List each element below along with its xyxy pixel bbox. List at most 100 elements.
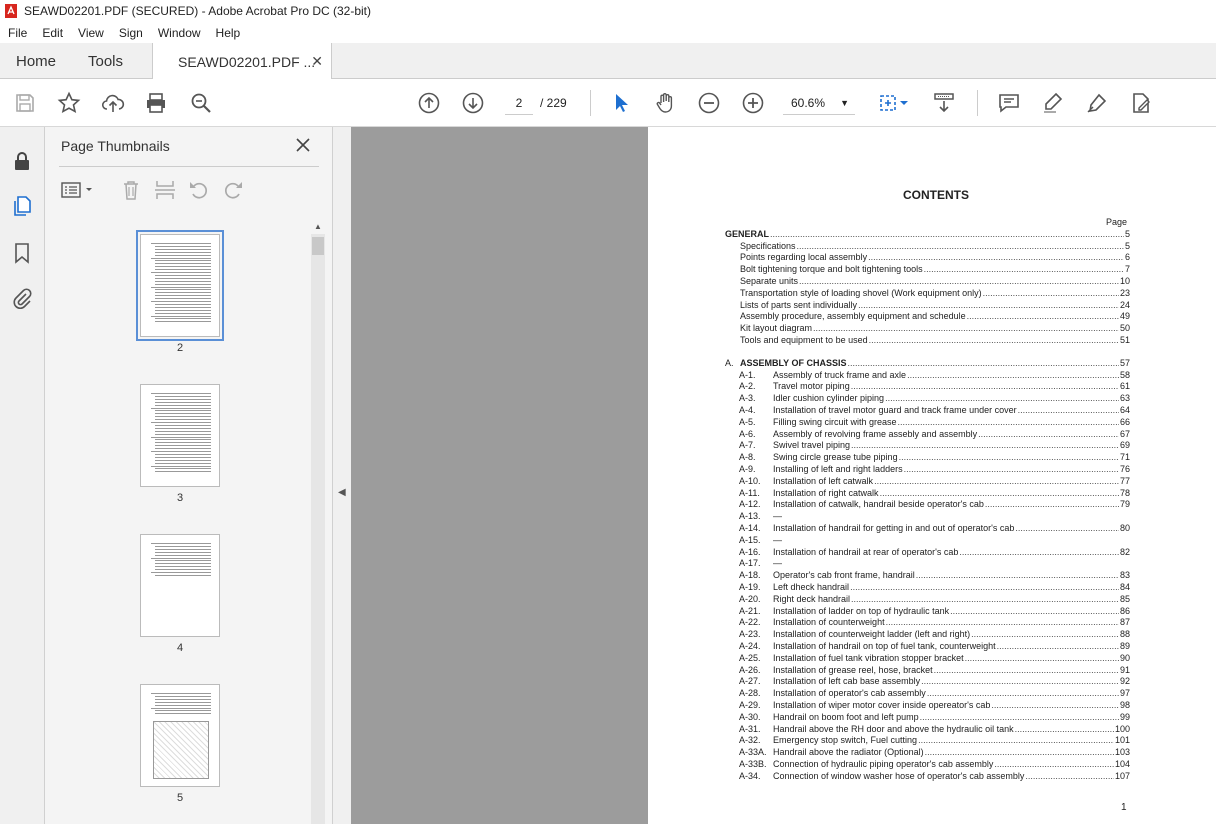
toc-entry[interactable]: Bolt tightening torque and bolt tighteni…: [740, 263, 1130, 275]
fit-page-dropdown-icon[interactable]: [898, 91, 910, 115]
toc-entry[interactable]: A-12. Installation of catwalk, handrail b…: [739, 499, 1130, 511]
toc-entry[interactable]: A-24. Installation of handrail on top of …: [739, 640, 1130, 652]
toc-entry[interactable]: A-31. Handrail above the RH door and abov…: [739, 723, 1130, 735]
toc-entry[interactable]: Lists of parts sent individually........…: [740, 299, 1130, 311]
toc-entry[interactable]: A-19. Left dheck handrail................…: [739, 581, 1130, 593]
comment-icon[interactable]: [997, 91, 1021, 115]
toc-entry[interactable]: Kit layout diagram......................…: [740, 322, 1130, 334]
toc-leader-dots: ........................................…: [813, 323, 1119, 334]
page-thumbnail[interactable]: [140, 534, 220, 637]
toc-entry[interactable]: A-17. —: [739, 558, 1130, 570]
scroll-thumb[interactable]: [312, 237, 324, 255]
hand-pan-icon[interactable]: [653, 91, 677, 115]
close-panel-icon[interactable]: [295, 137, 311, 153]
toc-entry[interactable]: A-15. —: [739, 534, 1130, 546]
zoom-search-icon[interactable]: [189, 91, 213, 115]
toc-section-general[interactable]: GENERAL.................................…: [725, 228, 1130, 240]
zoom-out-icon[interactable]: [697, 91, 721, 115]
toc-entry[interactable]: A-25. Installation of fuel tank vibration…: [739, 652, 1130, 664]
sign-pen-icon[interactable]: [1085, 91, 1109, 115]
next-page-icon[interactable]: [461, 91, 485, 115]
toc-entry[interactable]: A-32. Emergency stop switch, Fuel cutting…: [739, 735, 1130, 747]
fit-page-icon[interactable]: [876, 91, 900, 115]
attachments-paperclip-icon[interactable]: [10, 287, 34, 311]
toc-entry[interactable]: A-4. Installation of travel motor guard a…: [739, 404, 1130, 416]
toc-entry[interactable]: A-34. Connection of window washer hose of…: [739, 770, 1130, 782]
toc-entry[interactable]: A-10. Installation of left catwalk.......…: [739, 475, 1130, 487]
toc-entry[interactable]: Specifications..........................…: [740, 240, 1130, 252]
rotate-clockwise-icon[interactable]: [221, 178, 245, 202]
menu-edit[interactable]: Edit: [34, 26, 70, 40]
toc-entry[interactable]: A-28. Installation of operator's cab asse…: [739, 687, 1130, 699]
toc-entry[interactable]: A-3. Idler cushion cylinder piping.......…: [739, 392, 1130, 404]
toc-entry[interactable]: A-21. Installation of ladder on top of hy…: [739, 605, 1130, 617]
print-icon[interactable]: [144, 91, 168, 115]
toc-entry[interactable]: A-22. Installation of counterweight......…: [739, 617, 1130, 629]
toc-leader-dots: ........................................…: [868, 252, 1124, 263]
close-tab-icon[interactable]: ✕: [311, 53, 323, 70]
toc-entry[interactable]: A-14. Installation of handrail for gettin…: [739, 522, 1130, 534]
toc-entry[interactable]: A-27. Installation of left cab base assem…: [739, 676, 1130, 688]
toc-entry[interactable]: A-16. Installation of handrail at rear of…: [739, 546, 1130, 558]
toc-entry[interactable]: A-18. Operator's cab front frame, handrai…: [739, 569, 1130, 581]
menu-view[interactable]: View: [70, 26, 111, 40]
toc-entry[interactable]: Points regarding local assembly.........…: [740, 252, 1130, 264]
zoom-level-select[interactable]: 60.6% ▼: [783, 91, 855, 115]
toc-entry[interactable]: A-29. Installation of wiper motor cover i…: [739, 699, 1130, 711]
rotate-counterclockwise-icon[interactable]: [187, 178, 211, 202]
menu-help[interactable]: Help: [208, 26, 248, 40]
page-number-input[interactable]: 2: [505, 91, 533, 115]
panel-collapse-handle[interactable]: ◀: [332, 127, 351, 824]
toc-entry[interactable]: A-6. Assembly of revolving frame assebly …: [739, 428, 1130, 440]
thumbnail-text-line: [155, 424, 211, 426]
toc-entry[interactable]: A-1. Assembly of truck frame and axle....…: [739, 369, 1130, 381]
toc-entry[interactable]: A-11. Installation of right catwalk......…: [739, 487, 1130, 499]
previous-page-icon[interactable]: [417, 91, 441, 115]
toc-entry[interactable]: A-7. Swivel travel piping................…: [739, 440, 1130, 452]
toc-entry[interactable]: A-23. Installation of counterweight ladde…: [739, 628, 1130, 640]
bookmark-star-icon[interactable]: [57, 91, 81, 115]
page-thumbnail[interactable]: [140, 384, 220, 487]
insert-page-icon[interactable]: [153, 178, 177, 202]
toc-entry[interactable]: A-9. Installing of left and right ladders…: [739, 463, 1130, 475]
bookmarks-icon[interactable]: [10, 241, 34, 265]
zoom-in-icon[interactable]: [741, 91, 765, 115]
toc-entry[interactable]: Assembly procedure, assembly equipment a…: [740, 311, 1130, 323]
toc-entry[interactable]: A-13. —: [739, 510, 1130, 522]
toc-entry[interactable]: Separate units..........................…: [740, 275, 1130, 287]
scroll-up-icon[interactable]: ▲: [314, 222, 322, 231]
delete-page-icon[interactable]: [119, 178, 143, 202]
toc-entry[interactable]: Tools and equipment to be used..........…: [740, 334, 1130, 346]
tab-home[interactable]: Home: [16, 43, 56, 79]
toc-entry[interactable]: A-33B. Connection of hydraulic piping ope…: [739, 758, 1130, 770]
select-pointer-icon[interactable]: [609, 91, 633, 115]
toc-entry[interactable]: A-33A. Handrail above the radiator (Optio…: [739, 746, 1130, 758]
toc-entry[interactable]: A-2. Travel motor piping.................…: [739, 381, 1130, 393]
page-thumbnail[interactable]: [140, 684, 220, 787]
thumbnail-scrollbar[interactable]: ▲: [311, 219, 325, 824]
thumbnail-list[interactable]: 2 3 4 5: [45, 219, 313, 824]
lock-icon[interactable]: [10, 149, 34, 173]
toc-entry[interactable]: A-5. Filling swing circuit with grease...…: [739, 416, 1130, 428]
toc-entry[interactable]: A-30. Handrail on boom foot and left pump…: [739, 711, 1130, 723]
menu-sign[interactable]: Sign: [111, 26, 150, 40]
highlight-pen-icon[interactable]: [1041, 91, 1065, 115]
scroll-mode-icon[interactable]: [932, 91, 956, 115]
toc-entry[interactable]: A-20. Right deck handrail................…: [739, 593, 1130, 605]
edit-document-icon[interactable]: [1129, 91, 1153, 115]
save-icon[interactable]: [13, 91, 37, 115]
scroll-track[interactable]: [311, 234, 325, 824]
tab-document[interactable]: SEAWD02201.PDF ... ✕: [152, 43, 332, 80]
menu-file[interactable]: File: [0, 26, 34, 40]
document-view[interactable]: CONTENTS Page 1 GENERAL.................…: [351, 127, 1216, 824]
tab-tools[interactable]: Tools: [88, 43, 123, 79]
menu-window[interactable]: Window: [150, 26, 208, 40]
toc-section-chassis[interactable]: A. ASSEMBLY OF CHASSIS...................…: [725, 357, 1130, 369]
toc-entry[interactable]: A-26. Installation of grease reel, hose, …: [739, 664, 1130, 676]
toc-entry[interactable]: Transportation style of loading shovel (…: [740, 287, 1130, 299]
toc-entry[interactable]: A-8. Swing circle grease tube piping.....…: [739, 451, 1130, 463]
page-thumbnail[interactable]: [136, 230, 224, 341]
page-thumbnails-icon[interactable]: [10, 194, 34, 218]
upload-cloud-icon[interactable]: [101, 91, 125, 115]
thumbnail-options-icon[interactable]: [61, 178, 95, 202]
